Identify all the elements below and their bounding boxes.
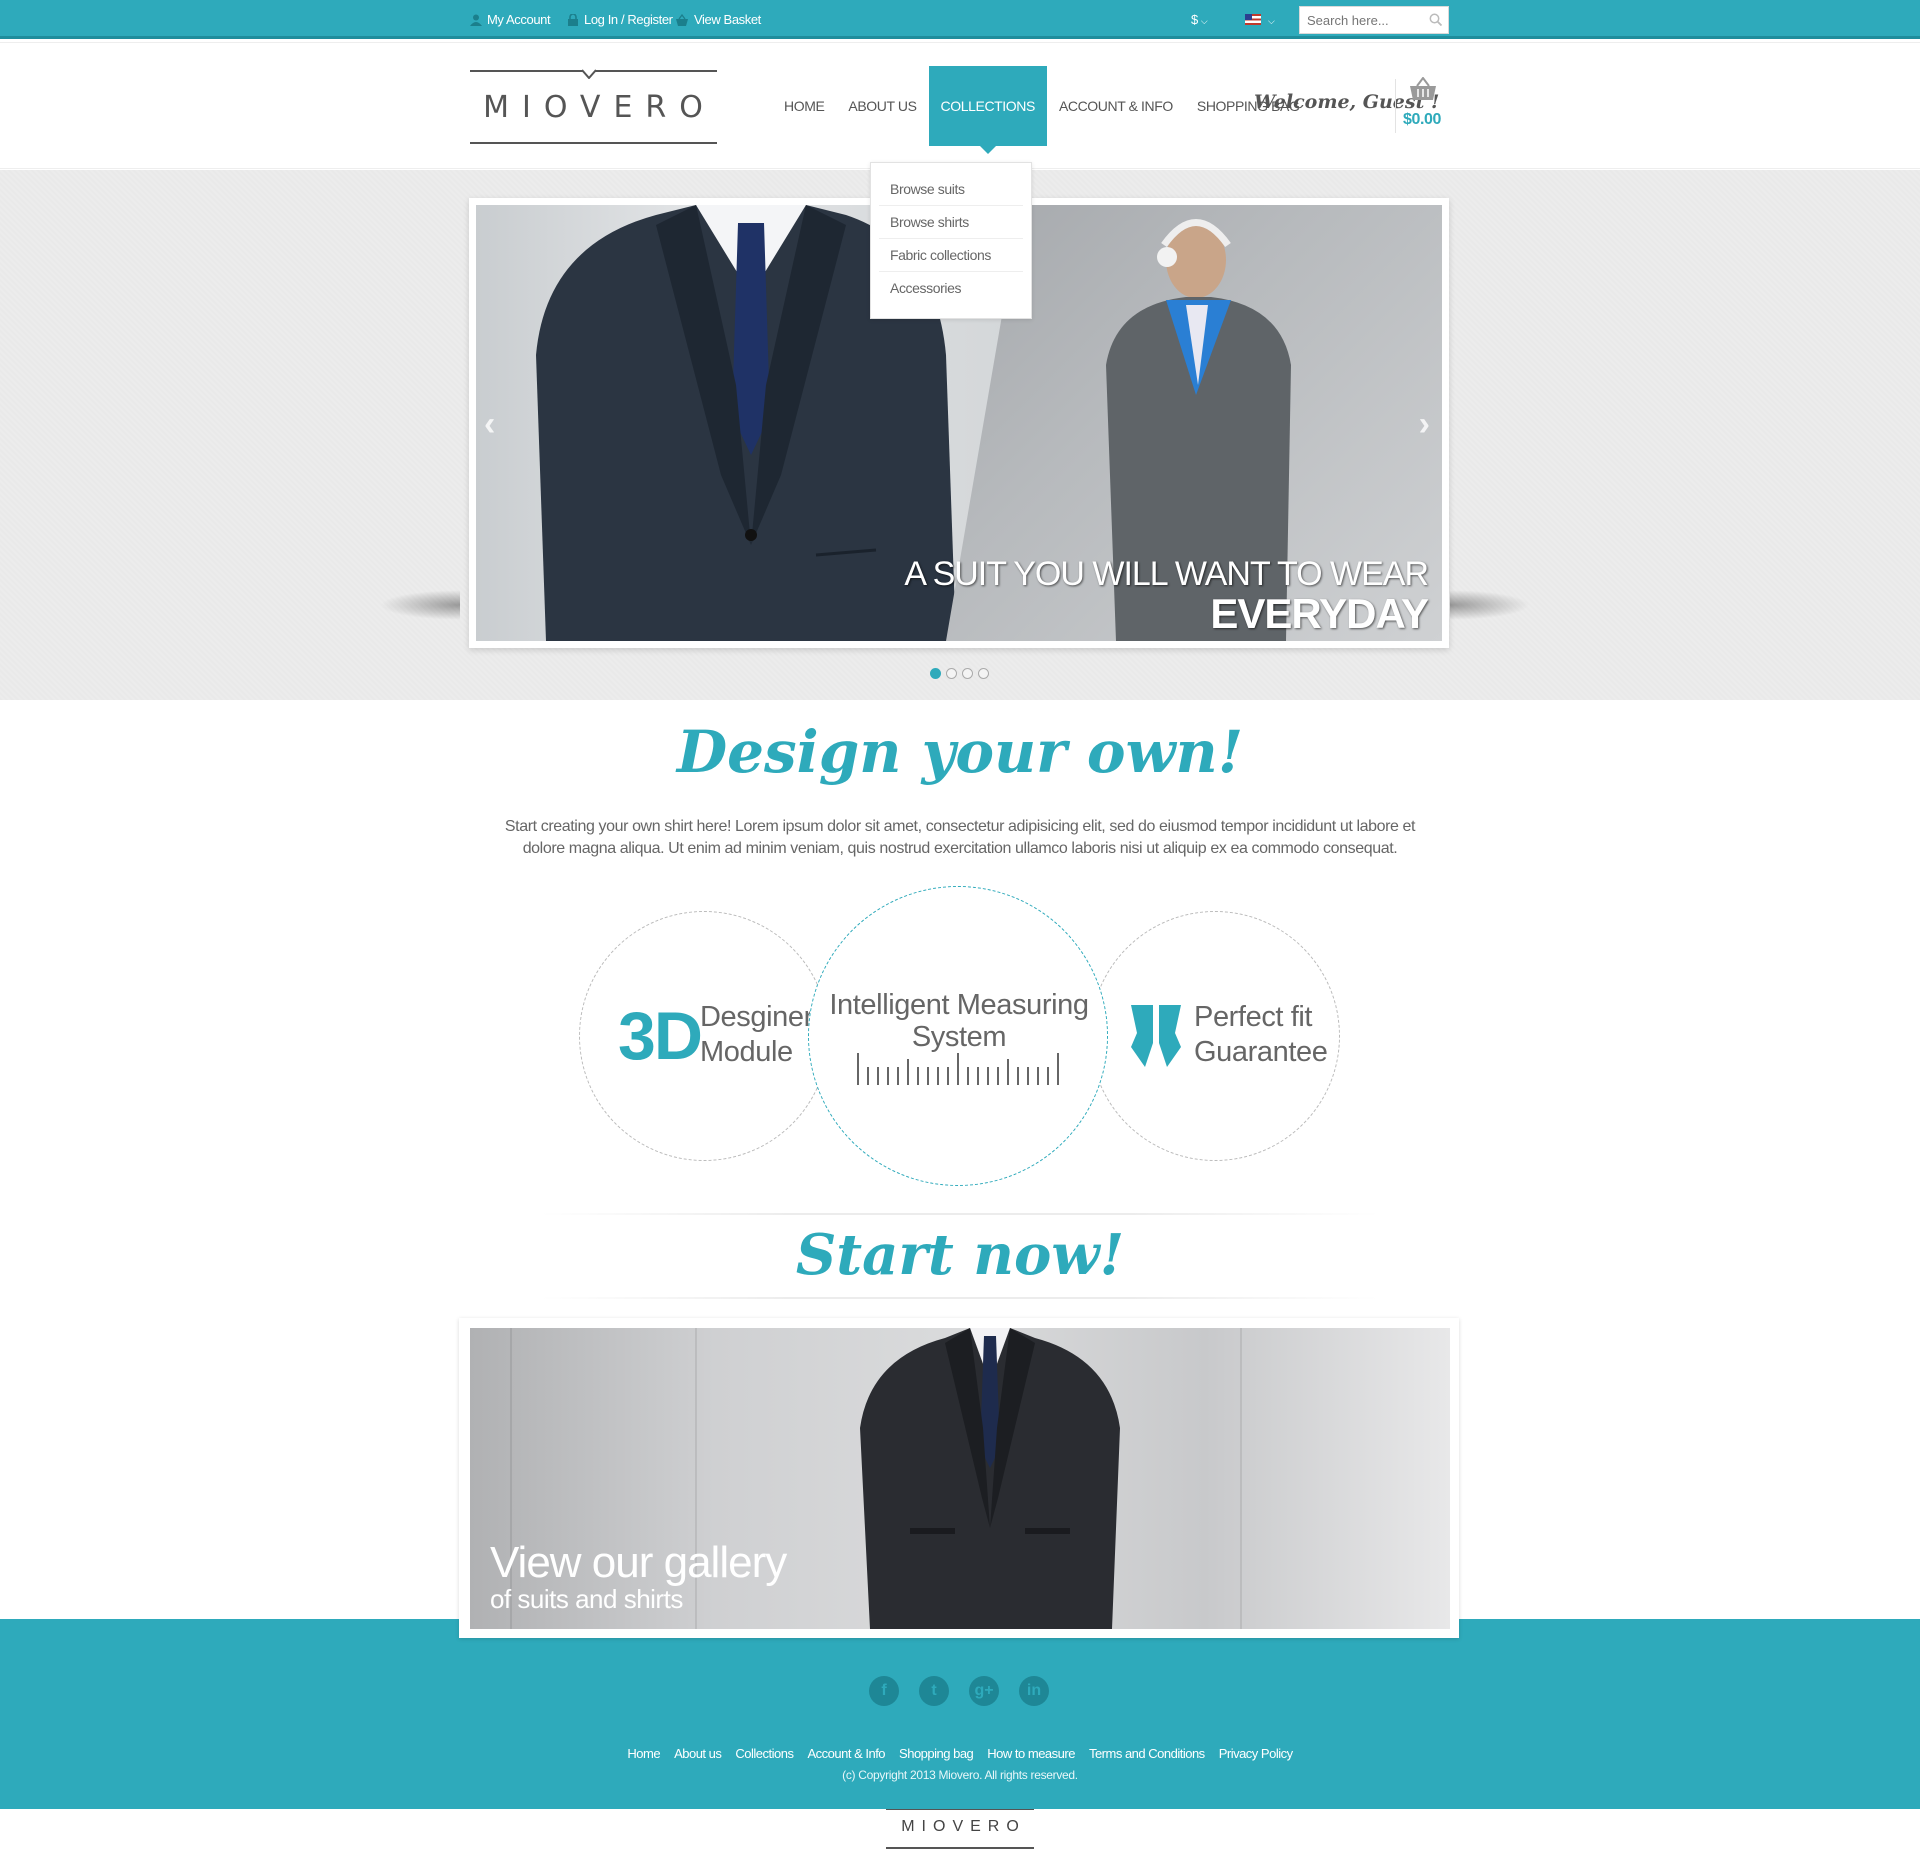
- section-divider: [540, 1297, 1380, 1299]
- view-basket-label: View Basket: [694, 12, 761, 27]
- footer-link-collections[interactable]: Collections: [735, 1746, 794, 1761]
- feature-3d-text: Desginer Module: [700, 1000, 813, 1070]
- currency-value: $: [1191, 12, 1198, 27]
- user-icon: [470, 14, 482, 26]
- logo-text: MIOVERO: [483, 90, 716, 125]
- language-chevron[interactable]: ⌵: [1265, 12, 1275, 27]
- feature-measuring-line1: Intelligent Measuring: [829, 989, 1089, 1021]
- logo-notch: [582, 69, 596, 79]
- chevron-down-icon: ⌵: [1200, 16, 1208, 26]
- copyright: (c) Copyright 2013 Miovero. All rights r…: [842, 1768, 1078, 1782]
- dropdown-browse-shirts[interactable]: Browse shirts: [879, 206, 1023, 239]
- site-header: MIOVERO HOME ABOUT US COLLECTIONS ACCOUN…: [0, 42, 1920, 169]
- chevron-down-icon: ⌵: [1268, 16, 1275, 26]
- footer-logo[interactable]: MIOVERO: [886, 1808, 1034, 1849]
- footer-link-shopping-bag[interactable]: Shopping bag: [899, 1746, 974, 1761]
- slider-pagination: [930, 668, 989, 679]
- nav-about-us[interactable]: ABOUT US: [836, 66, 928, 146]
- slide-caption-line2: EVERYDAY: [1210, 590, 1429, 637]
- currency-selector[interactable]: $ ⌵: [1191, 12, 1208, 27]
- slider-shadow: [380, 590, 460, 620]
- twitter-icon[interactable]: t: [919, 1676, 949, 1706]
- feature-3d-line2: Module: [700, 1036, 793, 1068]
- design-title: Design your own!: [676, 718, 1244, 786]
- my-account-label: My Account: [487, 12, 551, 27]
- feature-fit-line2: Guarantee: [1194, 1036, 1328, 1068]
- feature-3d-designer[interactable]: 3D Desginer Module: [579, 911, 829, 1161]
- ruler-icon: [857, 1053, 1059, 1085]
- facebook-icon[interactable]: f: [869, 1676, 899, 1706]
- my-account-link[interactable]: My Account: [470, 12, 551, 27]
- feature-perfect-fit[interactable]: Perfect fit Guarantee: [1090, 911, 1340, 1161]
- slide-caption-line1: A SUIT YOU WILL WANT TO WEAR: [904, 555, 1429, 593]
- feature-fit-line1: Perfect fit: [1194, 1001, 1313, 1033]
- slider-next-arrow-icon[interactable]: ›: [1419, 405, 1430, 444]
- feature-fit-text: Perfect fit Guarantee: [1194, 1000, 1328, 1070]
- feature-3d-label: 3D: [618, 998, 703, 1074]
- view-basket-link[interactable]: View Basket: [675, 12, 761, 27]
- slider-dot-1[interactable]: [930, 668, 941, 679]
- slider-dot-2[interactable]: [946, 668, 957, 679]
- gallery-subtitle: of suits and shirts: [490, 1584, 683, 1614]
- slider-shadow: [1450, 590, 1530, 620]
- dropdown-fabric-collections[interactable]: Fabric collections: [879, 239, 1023, 272]
- gallery-suit-image: [860, 1328, 1120, 1629]
- cart-total[interactable]: $0.00: [1403, 111, 1441, 129]
- us-flag-icon[interactable]: [1245, 14, 1261, 25]
- search-input[interactable]: [1307, 7, 1425, 33]
- shopping-basket-icon[interactable]: [1409, 77, 1437, 101]
- footer-link-terms[interactable]: Terms and Conditions: [1089, 1746, 1205, 1761]
- google-plus-icon[interactable]: g+: [969, 1676, 999, 1706]
- feature-measuring-system[interactable]: Intelligent Measuring System: [808, 886, 1108, 1186]
- main-nav: HOME ABOUT US COLLECTIONS ACCOUNT & INFO…: [772, 66, 1311, 154]
- cart-divider: [1395, 79, 1396, 133]
- linkedin-icon[interactable]: in: [1019, 1676, 1049, 1706]
- footer-link-account[interactable]: Account & Info: [807, 1746, 885, 1761]
- footer-link-home[interactable]: Home: [627, 1746, 660, 1761]
- footer-links: Home About us Collections Account & Info…: [0, 1746, 1920, 1761]
- feature-measuring-text: Intelligent Measuring System: [809, 989, 1109, 1053]
- slider-prev-arrow-icon[interactable]: ‹: [484, 405, 495, 444]
- login-register-link[interactable]: Log In / Register: [567, 12, 673, 27]
- search-icon[interactable]: [1429, 13, 1442, 26]
- footer-link-privacy[interactable]: Privacy Policy: [1219, 1746, 1293, 1761]
- top-bar: My Account Log In / Register View Basket…: [0, 0, 1920, 39]
- site-footer: f t g+ in Home About us Collections Acco…: [0, 1619, 1920, 1809]
- design-description: Start creating your own shirt here! Lore…: [504, 818, 1416, 857]
- dropdown-browse-suits[interactable]: Browse suits: [879, 173, 1023, 206]
- footer-link-about[interactable]: About us: [674, 1746, 722, 1761]
- lock-icon: [568, 13, 578, 26]
- site-logo[interactable]: MIOVERO: [470, 69, 717, 144]
- nav-home[interactable]: HOME: [772, 66, 836, 146]
- footer-logo-text: MIOVERO: [901, 1818, 1026, 1835]
- search-box: [1299, 6, 1449, 34]
- nav-account-info[interactable]: ACCOUNT & INFO: [1047, 66, 1185, 146]
- dropdown-accessories[interactable]: Accessories: [879, 272, 1023, 305]
- collar-icon: [1131, 1005, 1181, 1067]
- feature-measuring-line2: System: [911, 1021, 1007, 1053]
- nav-collections[interactable]: COLLECTIONS: [928, 66, 1047, 154]
- feature-3d-line1: Desginer: [700, 1001, 813, 1033]
- gallery-banner[interactable]: View our gallery of suits and shirts: [470, 1328, 1450, 1629]
- slider-dot-4[interactable]: [978, 668, 989, 679]
- section-divider: [540, 1213, 1380, 1215]
- door-panel-line: [1240, 1328, 1242, 1629]
- login-register-label: Log In / Register: [584, 12, 673, 27]
- logo-line: [470, 142, 717, 144]
- footer-link-how-to-measure[interactable]: How to measure: [987, 1746, 1075, 1761]
- start-now-title: Start now!: [795, 1222, 1125, 1288]
- collections-dropdown: Browse suits Browse shirts Fabric collec…: [870, 162, 1032, 319]
- slider-dot-3[interactable]: [962, 668, 973, 679]
- basket-icon: [676, 13, 688, 26]
- social-links: f t g+ in: [869, 1676, 1049, 1706]
- gallery-title: View our gallery: [490, 1538, 787, 1587]
